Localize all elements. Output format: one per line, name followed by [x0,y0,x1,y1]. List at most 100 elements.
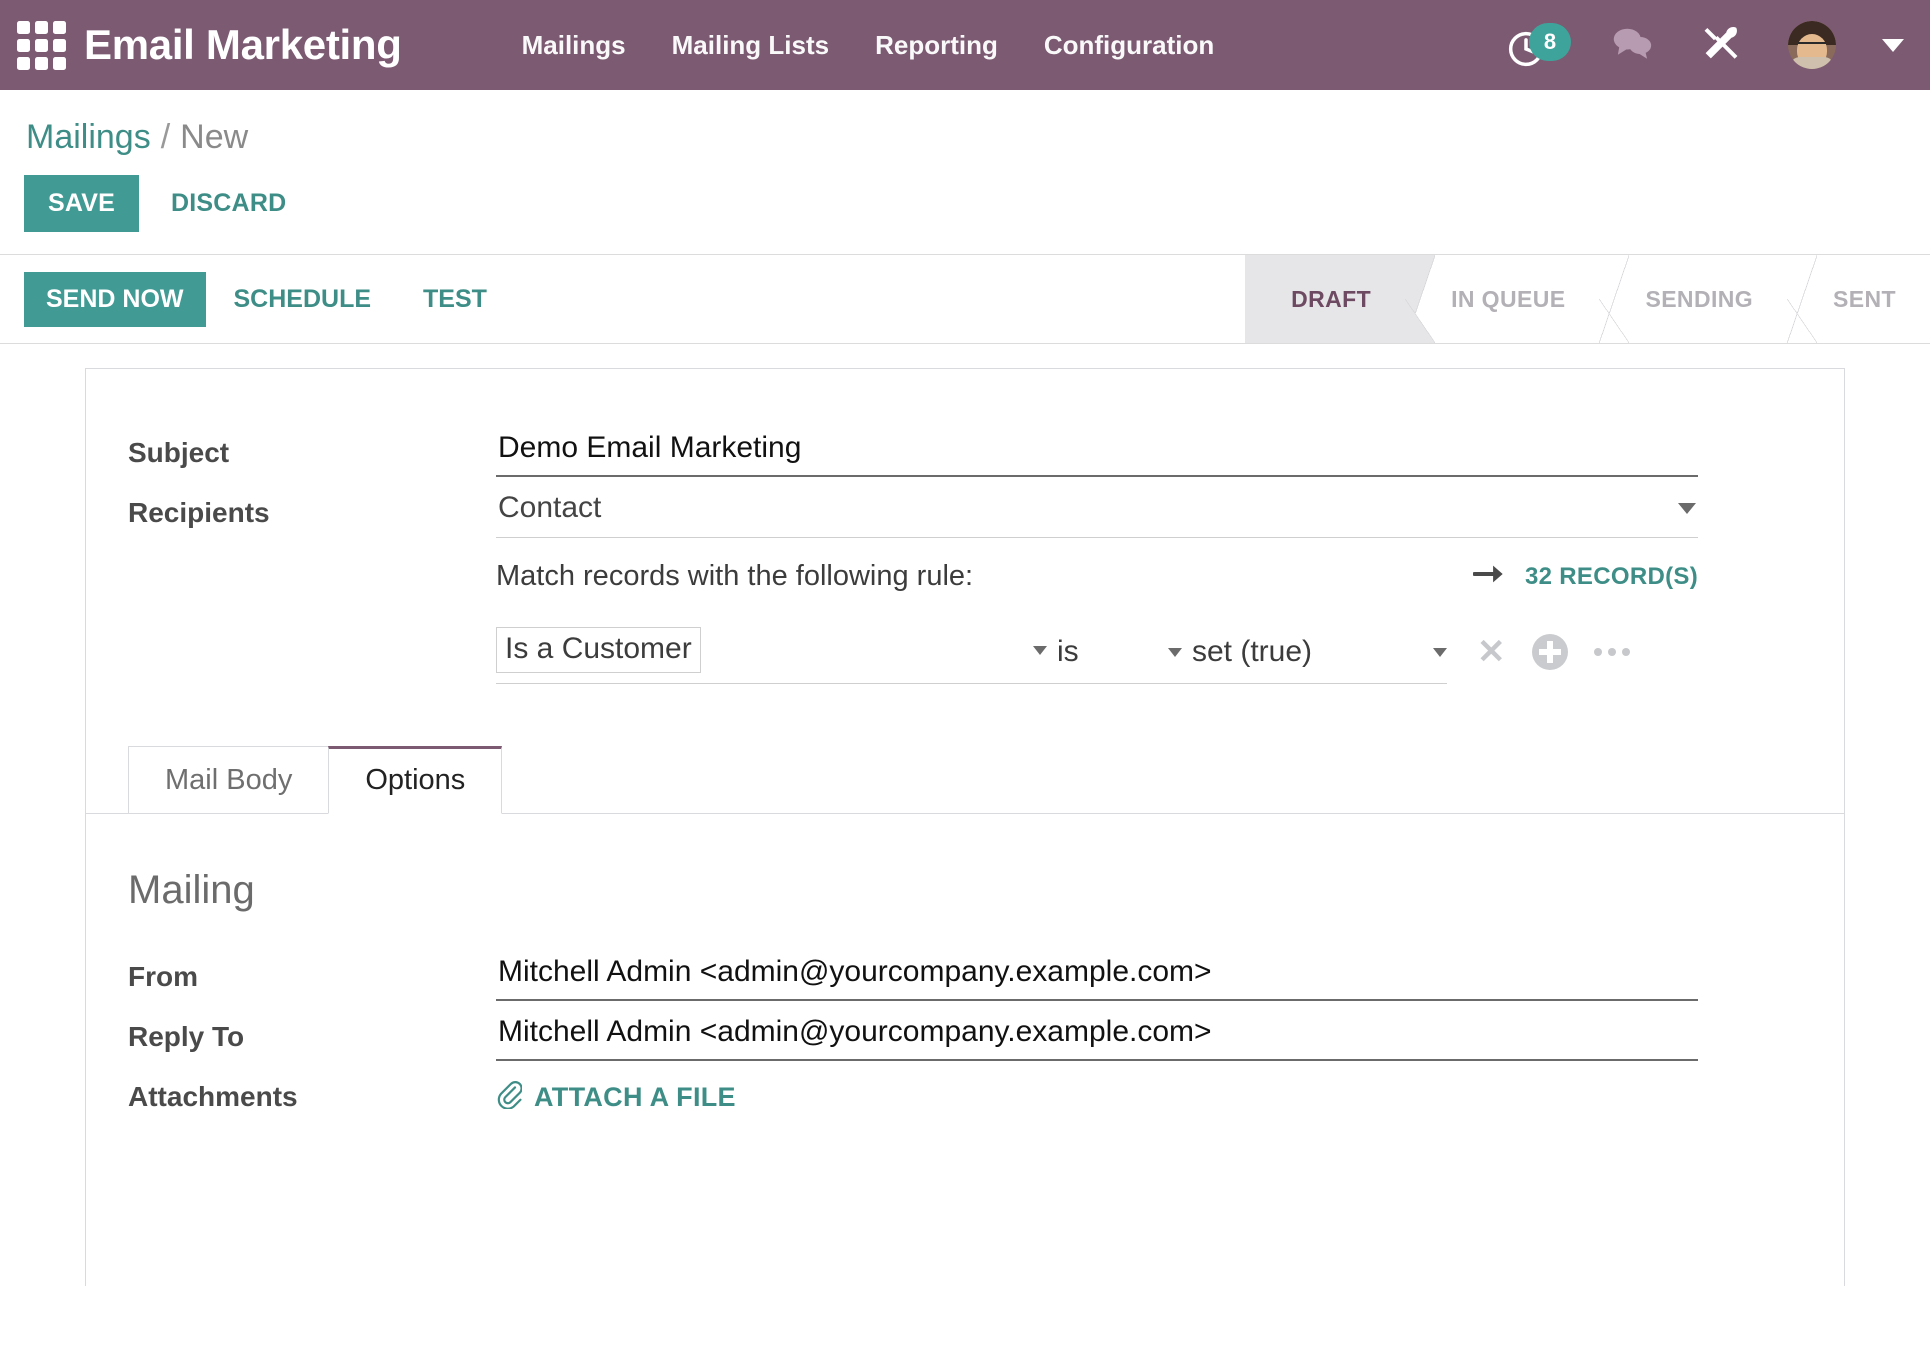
rule-value-value: set (true) [1192,635,1313,668]
recipients-select[interactable]: Contact [496,487,1698,538]
mailing-section-title: Mailing [128,868,255,912]
status-pipeline: DRAFT IN QUEUE SENDING SENT [1245,255,1930,343]
wrench-screwdriver-icon[interactable] [1700,22,1742,69]
form-fields-group: Subject Recipients Contact Match r [86,427,1844,684]
recipients-selected-value: Contact [498,491,602,524]
chevron-down-icon [1033,645,1047,655]
record-buttons: SAVE DISCARD [0,157,1930,254]
record-count-label: 32 RECORD(S) [1525,562,1698,590]
chevron-down-icon [1678,502,1696,514]
domain-rule-row: Is a Customer is set (true) ✕ [496,627,1698,684]
discard-button[interactable]: DISCARD [145,175,312,232]
options-tab-panel: Mailing From Reply To Att [86,814,1844,1116]
domain-rule-heading: Match records with the following rule: [496,560,974,592]
action-status-bar: SEND NOW SCHEDULE TEST DRAFT IN QUEUE SE… [0,254,1930,344]
attachments-value-cell: ATTACH A FILE [496,1071,1802,1116]
recipients-value-cell: Contact Match records with the following… [496,487,1802,684]
recipients-label: Recipients [128,497,270,528]
control-panel: Mailings / New SAVE DISCARD [0,90,1930,254]
ellipsis-icon[interactable] [1593,648,1630,656]
status-stage-in-queue[interactable]: IN QUEUE [1405,255,1600,343]
activity-counter-badge: 8 [1529,23,1571,61]
form-sheet: Subject Recipients Contact Match r [85,368,1845,1286]
record-count-button[interactable]: 32 RECORD(S) [1472,561,1698,592]
notebook: Mail Body Options Mailing From Reply To [86,746,1844,1116]
apps-grid-cell [34,56,48,70]
rule-field-selector[interactable]: Is a Customer [496,627,1047,684]
attach-a-file-label: ATTACH A FILE [534,1082,736,1112]
domain-rule-block: Match records with the following rule: 3… [496,560,1698,684]
status-stage-sent[interactable]: SENT [1787,255,1930,343]
apps-grid-cell [16,56,30,70]
breadcrumb-separator: / [160,118,171,156]
reply-to-input[interactable] [496,1011,1698,1061]
times-icon[interactable]: ✕ [1477,635,1506,669]
subject-value-cell [496,427,1802,477]
apps-grid-cell [16,20,30,34]
ellipsis-dot [1593,648,1602,656]
apps-grid-icon[interactable] [14,20,68,70]
ellipsis-dot [1621,648,1630,656]
navbar-systray: 8 [1506,21,1904,69]
status-stage-sending[interactable]: SENDING [1599,255,1788,343]
plus-circle-icon[interactable] [1531,634,1568,670]
subject-input[interactable] [496,427,1698,477]
reply-to-label: Reply To [128,1021,245,1052]
send-now-button[interactable]: SEND NOW [24,271,206,327]
apps-grid-cell [52,38,66,52]
rule-field-value: Is a Customer [496,627,701,673]
form-sheet-background: Subject Recipients Contact Match r [0,344,1930,1286]
rule-value-selector[interactable]: set (true) [1182,635,1447,684]
attachments-label: Attachments [128,1081,298,1112]
breadcrumb: Mailings / New [0,118,1930,157]
avatar-glasses [1798,42,1826,49]
rule-action-buttons: ✕ [1447,634,1630,684]
chevron-down-icon [1433,647,1447,657]
domain-rule-header: Match records with the following rule: 3… [496,560,1698,593]
status-stage-draft[interactable]: DRAFT [1245,255,1406,343]
tab-mail-body[interactable]: Mail Body [128,746,330,814]
apps-grid-cell [16,38,30,52]
main-menu: Mailings Mailing Lists Reporting Configu… [522,30,1215,61]
apps-grid-cell [34,38,48,52]
menu-item-configuration[interactable]: Configuration [1044,30,1214,61]
avatar-shirt [1790,57,1834,69]
subject-label: Subject [128,437,230,468]
menu-item-mailings[interactable]: Mailings [522,30,626,61]
test-button[interactable]: TEST [399,272,511,327]
chevron-down-icon[interactable] [1882,38,1904,52]
schedule-button[interactable]: SCHEDULE [210,272,396,327]
field-row-subject: Subject [128,427,1802,477]
app-brand-title[interactable]: Email Marketing [84,21,402,69]
save-button[interactable]: SAVE [24,175,140,232]
notebook-tabs: Mail Body Options [86,746,1844,814]
from-input[interactable] [496,951,1698,1001]
apps-grid-cell [34,20,48,34]
menu-item-mailing-lists[interactable]: Mailing Lists [672,30,829,61]
apps-grid-cell [52,20,66,34]
field-row-from: From [128,951,1802,1001]
from-value-cell [496,951,1802,1001]
from-label: From [128,961,198,992]
chevron-down-icon [1168,647,1182,657]
tab-options[interactable]: Options [328,746,503,814]
field-row-reply-to: Reply To [128,1011,1802,1061]
ellipsis-dot [1607,648,1616,656]
field-row-recipients: Recipients Contact Match records with th… [128,487,1802,684]
arrow-right-icon [1472,561,1507,592]
avatar[interactable] [1788,21,1836,69]
breadcrumb-current-new: New [180,118,249,156]
workflow-buttons: SEND NOW SCHEDULE TEST [0,255,511,343]
chat-bubbles-icon[interactable] [1610,24,1654,67]
attach-a-file-button[interactable]: ATTACH A FILE [496,1071,736,1116]
reply-to-value-cell [496,1011,1802,1061]
apps-grid-cell [52,56,66,70]
top-navbar: Email Marketing Mailings Mailing Lists R… [0,0,1930,90]
activity-menu-button[interactable]: 8 [1506,21,1571,69]
menu-item-reporting[interactable]: Reporting [875,30,998,61]
breadcrumb-root-mailings[interactable]: Mailings [26,118,151,157]
field-row-attachments: Attachments ATTACH A FILE [128,1071,1802,1116]
rule-operator-value: is [1057,635,1079,668]
rule-operator-selector[interactable]: is [1047,635,1182,684]
paperclip-icon [496,1079,523,1116]
